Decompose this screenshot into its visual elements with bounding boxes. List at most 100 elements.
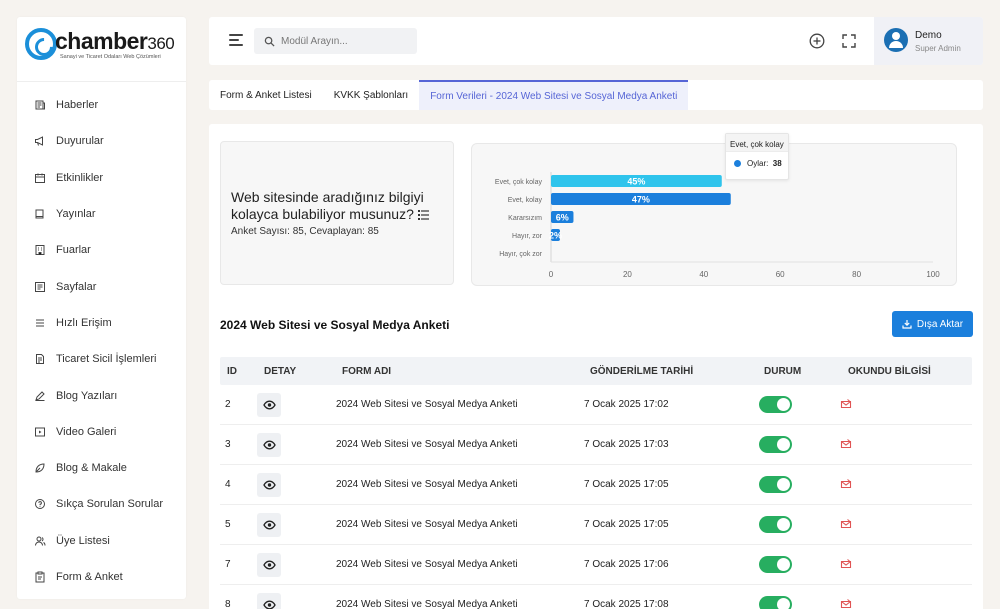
video-icon: [35, 427, 45, 437]
sidebar-item-etkinlikler[interactable]: Etkinlikler: [17, 160, 186, 196]
status-toggle[interactable]: [759, 476, 792, 493]
view-detail-button[interactable]: [257, 552, 281, 577]
sidebar-item-label: Duyurular: [56, 135, 104, 148]
search-icon: [264, 36, 275, 47]
row-form-name: 2024 Web Sitesi ve Sosyal Medya Anketi: [336, 439, 518, 450]
row-form-name: 2024 Web Sitesi ve Sosyal Medya Anketi: [336, 559, 518, 570]
user-name: Demo: [915, 30, 942, 41]
row-date: 7 Ocak 2025 17:08: [584, 599, 669, 609]
menu-toggle-icon[interactable]: [229, 34, 243, 46]
add-icon[interactable]: [809, 33, 825, 49]
sidebar-item-h-zl-eri-im[interactable]: Hızlı Erişim: [17, 305, 186, 341]
tooltip-value: 38: [772, 159, 782, 168]
column-header: FORM ADI: [342, 365, 392, 377]
tab-1[interactable]: KVKK Şablonları: [323, 80, 420, 110]
logo[interactable]: chamber360 Sanayi ve Ticaret Odaları Web…: [25, 25, 177, 69]
sidebar-item-blog-makale[interactable]: Blog & Makale: [17, 450, 186, 486]
users-icon: [35, 536, 46, 546]
section-title: 2024 Web Sitesi ve Sosyal Medya Anketi: [220, 318, 450, 332]
list-icon: [417, 210, 429, 220]
status-toggle[interactable]: [759, 596, 792, 609]
sidebar-item-s-k-a-sorulan-sorular[interactable]: Sıkça Sorulan Sorular: [17, 486, 186, 522]
sidebar-item-video-galeri[interactable]: Video Galeri: [17, 414, 186, 450]
sidebar-item-sayfalar[interactable]: Sayfalar: [17, 268, 186, 304]
brand-tagline: Sanayi ve Ticaret Odaları Web Çözümleri: [60, 54, 161, 60]
avatar: [884, 28, 908, 52]
status-toggle[interactable]: [759, 516, 792, 533]
sidebar-item-label: Form & Anket: [56, 571, 123, 583]
sidebar-nav: Haberler Duyurular Etkinlikler Yayınlar Fuar…: [17, 87, 186, 595]
row-form-name: 2024 Web Sitesi ve Sosyal Medya Anketi: [336, 399, 518, 410]
read-status[interactable]: [840, 558, 852, 573]
book-icon: [35, 209, 44, 219]
row-id: 5: [225, 519, 231, 530]
row-form-name: 2024 Web Sitesi ve Sosyal Medya Anketi: [336, 599, 518, 609]
results-bar-chart: 0 20 40 60 80 100 Evet, çok kolay 45% Evet, kola…: [495, 172, 940, 279]
x-tick-label: 80: [852, 270, 861, 279]
row-date: 7 Ocak 2025 17:05: [584, 479, 669, 490]
row-id: 4: [225, 479, 231, 490]
sidebar-item-duyurular[interactable]: Duyurular: [17, 123, 186, 159]
sidebar-item-yay-nlar[interactable]: Yayınlar: [17, 196, 186, 232]
sidebar-item-blog-yaz-lar-[interactable]: Blog Yazıları: [17, 377, 186, 413]
sidebar-item-fuarlar[interactable]: Fuarlar: [17, 232, 186, 268]
read-status[interactable]: [840, 478, 852, 493]
row-form-name: 2024 Web Sitesi ve Sosyal Medya Anketi: [336, 519, 518, 530]
table-row: 5 2024 Web Sitesi ve Sosyal Medya Anketi 7…: [220, 505, 972, 545]
tab-2[interactable]: Form Verileri - 2024 Web Sitesi ve Sosya…: [419, 80, 689, 110]
status-toggle[interactable]: [759, 396, 792, 413]
category-label: Evet, kolay: [508, 197, 543, 204]
page-icon: [35, 281, 45, 292]
fullscreen-icon[interactable]: [841, 33, 857, 49]
read-status[interactable]: [840, 398, 852, 413]
category-label: Hayır, zor: [512, 233, 543, 240]
building-icon: [35, 245, 45, 256]
megaphone-icon: [35, 136, 43, 147]
row-date: 7 Ocak 2025 17:03: [584, 439, 669, 450]
table-header: ID DETAY FORM ADI GÖNDERİLME TARİHİ DURUM OKU…: [220, 357, 972, 385]
read-status[interactable]: [840, 518, 852, 533]
sidebar-item--ye-listesi[interactable]: Üye Listesi: [17, 523, 186, 559]
table-row: 3 2024 Web Sitesi ve Sosyal Medya Anketi 7…: [220, 425, 972, 465]
column-header: DURUM: [764, 365, 802, 377]
status-toggle[interactable]: [759, 556, 792, 573]
sidebar-item-haberler[interactable]: Haberler: [17, 87, 186, 123]
view-detail-button[interactable]: [257, 472, 281, 497]
row-form-name: 2024 Web Sitesi ve Sosyal Medya Anketi: [336, 479, 518, 490]
view-detail-button[interactable]: [257, 392, 281, 417]
search-input[interactable]: [281, 35, 401, 47]
export-button[interactable]: Dışa Aktar: [892, 311, 973, 337]
view-detail-button[interactable]: [257, 432, 281, 457]
pen-icon: [35, 390, 45, 401]
read-status[interactable]: [840, 438, 852, 453]
calendar-icon: [35, 173, 45, 183]
sidebar-item-label: Üye Listesi: [56, 534, 110, 547]
mail-icon: [840, 479, 852, 489]
status-toggle[interactable]: [759, 436, 792, 453]
brand-name: chamber: [55, 28, 148, 54]
x-tick-label: 20: [623, 270, 632, 279]
tab-0[interactable]: Form & Anket Listesi: [209, 80, 323, 110]
module-search[interactable]: [254, 28, 417, 54]
sidebar-item-label: Sayfalar: [56, 280, 97, 293]
sidebar-item-form-anket[interactable]: Form & Anket: [17, 559, 186, 595]
view-detail-button[interactable]: [257, 512, 281, 537]
column-header: DETAY: [264, 365, 297, 377]
tooltip-series: Oylar: [747, 159, 767, 168]
sidebar-item-label: Hızlı Erişim: [56, 316, 112, 329]
sidebar-item-label: Haberler: [56, 99, 99, 112]
eye-icon: [262, 480, 276, 489]
read-status[interactable]: [840, 598, 852, 609]
sidebar: chamber360 Sanayi ve Ticaret Odaları Web…: [17, 17, 186, 599]
question-card: Web sitesinde aradığınız bilgiyi kolayca…: [220, 141, 454, 285]
mail-icon: [840, 559, 852, 569]
row-date: 7 Ocak 2025 17:02: [584, 399, 669, 410]
table-row: 7 2024 Web Sitesi ve Sosyal Medya Anketi 7…: [220, 545, 972, 585]
sidebar-item-ticaret-sicil-i-lemleri[interactable]: Ticaret Sicil İşlemleri: [17, 341, 186, 377]
bar-data-label: 47%: [632, 195, 650, 205]
user-menu[interactable]: Demo Super Admin: [874, 17, 983, 65]
mail-icon: [840, 519, 852, 529]
view-detail-button[interactable]: [257, 592, 281, 609]
sidebar-item-label: Sıkça Sorulan Sorular: [56, 498, 163, 511]
news-icon: [35, 100, 45, 110]
